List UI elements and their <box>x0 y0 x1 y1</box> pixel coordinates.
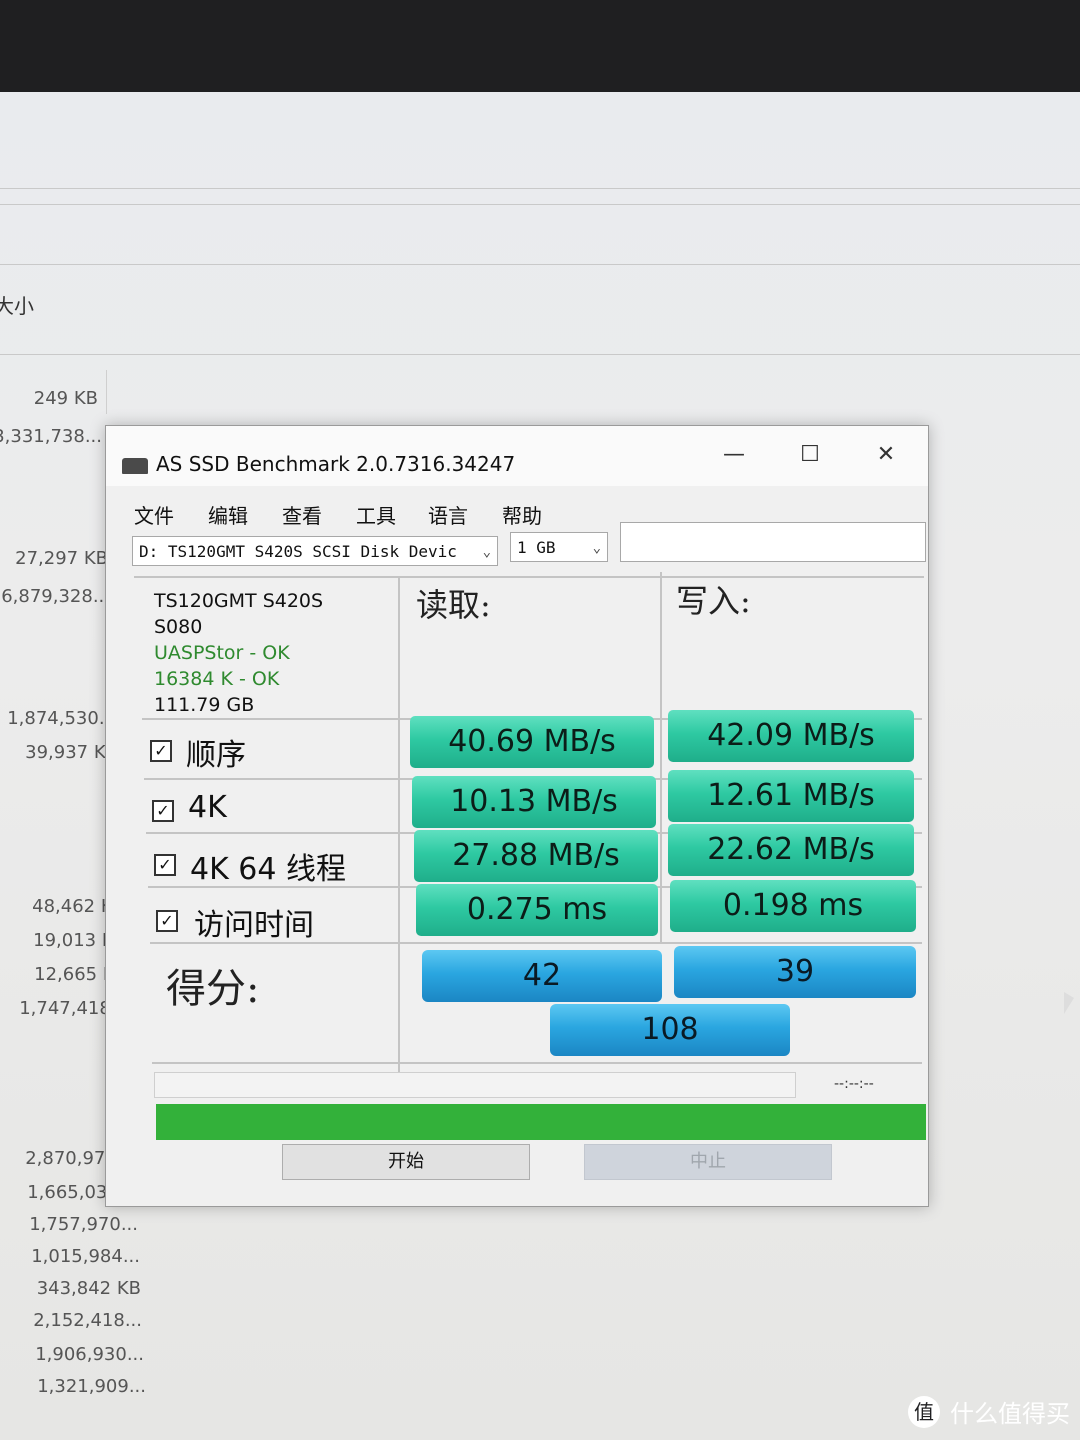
row-label-access-time: 访问时间 <box>194 908 314 943</box>
close-button[interactable]: ✕ <box>866 440 906 470</box>
test-size-select[interactable]: 1 GB ⌄ <box>510 532 608 562</box>
drive-select[interactable]: D: TS120GMT S420S SCSI Disk Devic ⌄ <box>132 536 498 566</box>
grid-line <box>152 1062 922 1064</box>
4k-write-result: 12.61 MB/s <box>668 770 914 822</box>
driver-status: UASPStor - OK <box>154 642 290 664</box>
total-score: 108 <box>550 1004 790 1056</box>
write-column-title: 写入: <box>676 582 751 620</box>
device-capacity: 111.79 GB <box>154 694 255 716</box>
device-firmware: S080 <box>154 616 203 638</box>
column-divider[interactable] <box>106 370 107 414</box>
file-size-value: 27,297 KB <box>15 548 108 569</box>
size-column-header[interactable]: 大小 <box>0 290 34 319</box>
4k64-checkbox[interactable]: ✓ <box>154 854 176 876</box>
access-read-result: 0.275 ms <box>416 884 658 936</box>
sub-progress-track <box>154 1072 796 1098</box>
seq-checkbox[interactable]: ✓ <box>150 740 172 762</box>
file-size-value: 1,321,909... <box>37 1376 146 1397</box>
watermark-logo-icon: 值 <box>908 1396 940 1428</box>
device-info: TS120GMT S420S S080 UASPStor - OK 16384 … <box>154 588 323 718</box>
score-label: 得分: <box>166 966 260 1012</box>
watermark-text: 什么值得买 <box>950 1400 1070 1428</box>
explorer-divider <box>0 354 1080 355</box>
abort-button[interactable]: 中止 <box>584 1144 832 1180</box>
row-label-4k: 4K <box>188 790 227 825</box>
menu-help[interactable]: 帮助 <box>502 500 542 529</box>
access-write-result: 0.198 ms <box>670 880 916 932</box>
progress-bar <box>156 1104 926 1140</box>
read-column-title: 读取: <box>416 586 491 624</box>
4k-read-result: 10.13 MB/s <box>412 776 656 828</box>
start-button[interactable]: 开始 <box>282 1144 530 1180</box>
app-icon <box>122 458 148 474</box>
window-title: AS SSD Benchmark 2.0.7316.34247 <box>156 452 516 476</box>
progress-fill <box>156 1104 926 1140</box>
row-label-4k64: 4K 64 线程 <box>190 852 347 887</box>
file-size-value: 249 KB <box>33 388 98 409</box>
grid-line <box>398 576 400 1076</box>
chevron-down-icon: ⌄ <box>592 540 601 556</box>
seq-read-result: 40.69 MB/s <box>410 716 654 768</box>
file-size-value: 1,906,930... <box>35 1344 144 1365</box>
drive-select-value: D: TS120GMT S420S SCSI Disk Devic <box>139 542 457 561</box>
menu-edit[interactable]: 编辑 <box>208 500 248 529</box>
menu-file[interactable]: 文件 <box>134 500 174 529</box>
grid-line <box>134 576 924 578</box>
chevron-down-icon: ⌄ <box>482 544 491 560</box>
menu-language[interactable]: 语言 <box>428 500 468 529</box>
4k-checkbox[interactable]: ✓ <box>152 800 174 822</box>
4k64-read-result: 27.88 MB/s <box>414 830 658 882</box>
explorer-divider <box>0 188 1080 189</box>
file-size-value: 2,152,418... <box>33 1310 142 1331</box>
row-label-seq: 顺序 <box>186 738 246 773</box>
file-size-value: 1,015,984... <box>31 1246 140 1267</box>
status-box <box>620 522 926 562</box>
elapsed-time: --:--:-- <box>834 1076 874 1092</box>
access-time-checkbox[interactable]: ✓ <box>156 910 178 932</box>
file-size-value: 343,842 KB <box>36 1278 141 1299</box>
device-model: TS120GMT S420S <box>154 590 324 612</box>
minimize-button[interactable]: — <box>714 440 754 470</box>
4k64-write-result: 22.62 MB/s <box>668 824 914 876</box>
file-size-value: 6,879,328... <box>1 586 110 607</box>
mouse-cursor-icon <box>1064 992 1074 1014</box>
write-score: 39 <box>674 946 916 998</box>
title-bar[interactable]: AS SSD Benchmark 2.0.7316.34247 — ☐ ✕ <box>106 426 928 486</box>
file-size-value: 1,874,530... <box>7 708 116 729</box>
menu-view[interactable]: 查看 <box>282 500 322 529</box>
menu-tools[interactable]: 工具 <box>356 500 396 529</box>
explorer-divider <box>0 264 1080 265</box>
file-size-value: 3,331,738... <box>0 426 102 447</box>
as-ssd-window: AS SSD Benchmark 2.0.7316.34247 — ☐ ✕ 文件… <box>105 425 929 1207</box>
test-size-value: 1 GB <box>517 538 556 557</box>
explorer-divider <box>0 204 1080 205</box>
alignment-status: 16384 K - OK <box>154 668 280 690</box>
file-size-value: 1,757,970... <box>29 1214 138 1235</box>
read-score: 42 <box>422 950 662 1002</box>
seq-write-result: 42.09 MB/s <box>668 710 914 762</box>
maximize-button[interactable]: ☐ <box>790 440 830 470</box>
